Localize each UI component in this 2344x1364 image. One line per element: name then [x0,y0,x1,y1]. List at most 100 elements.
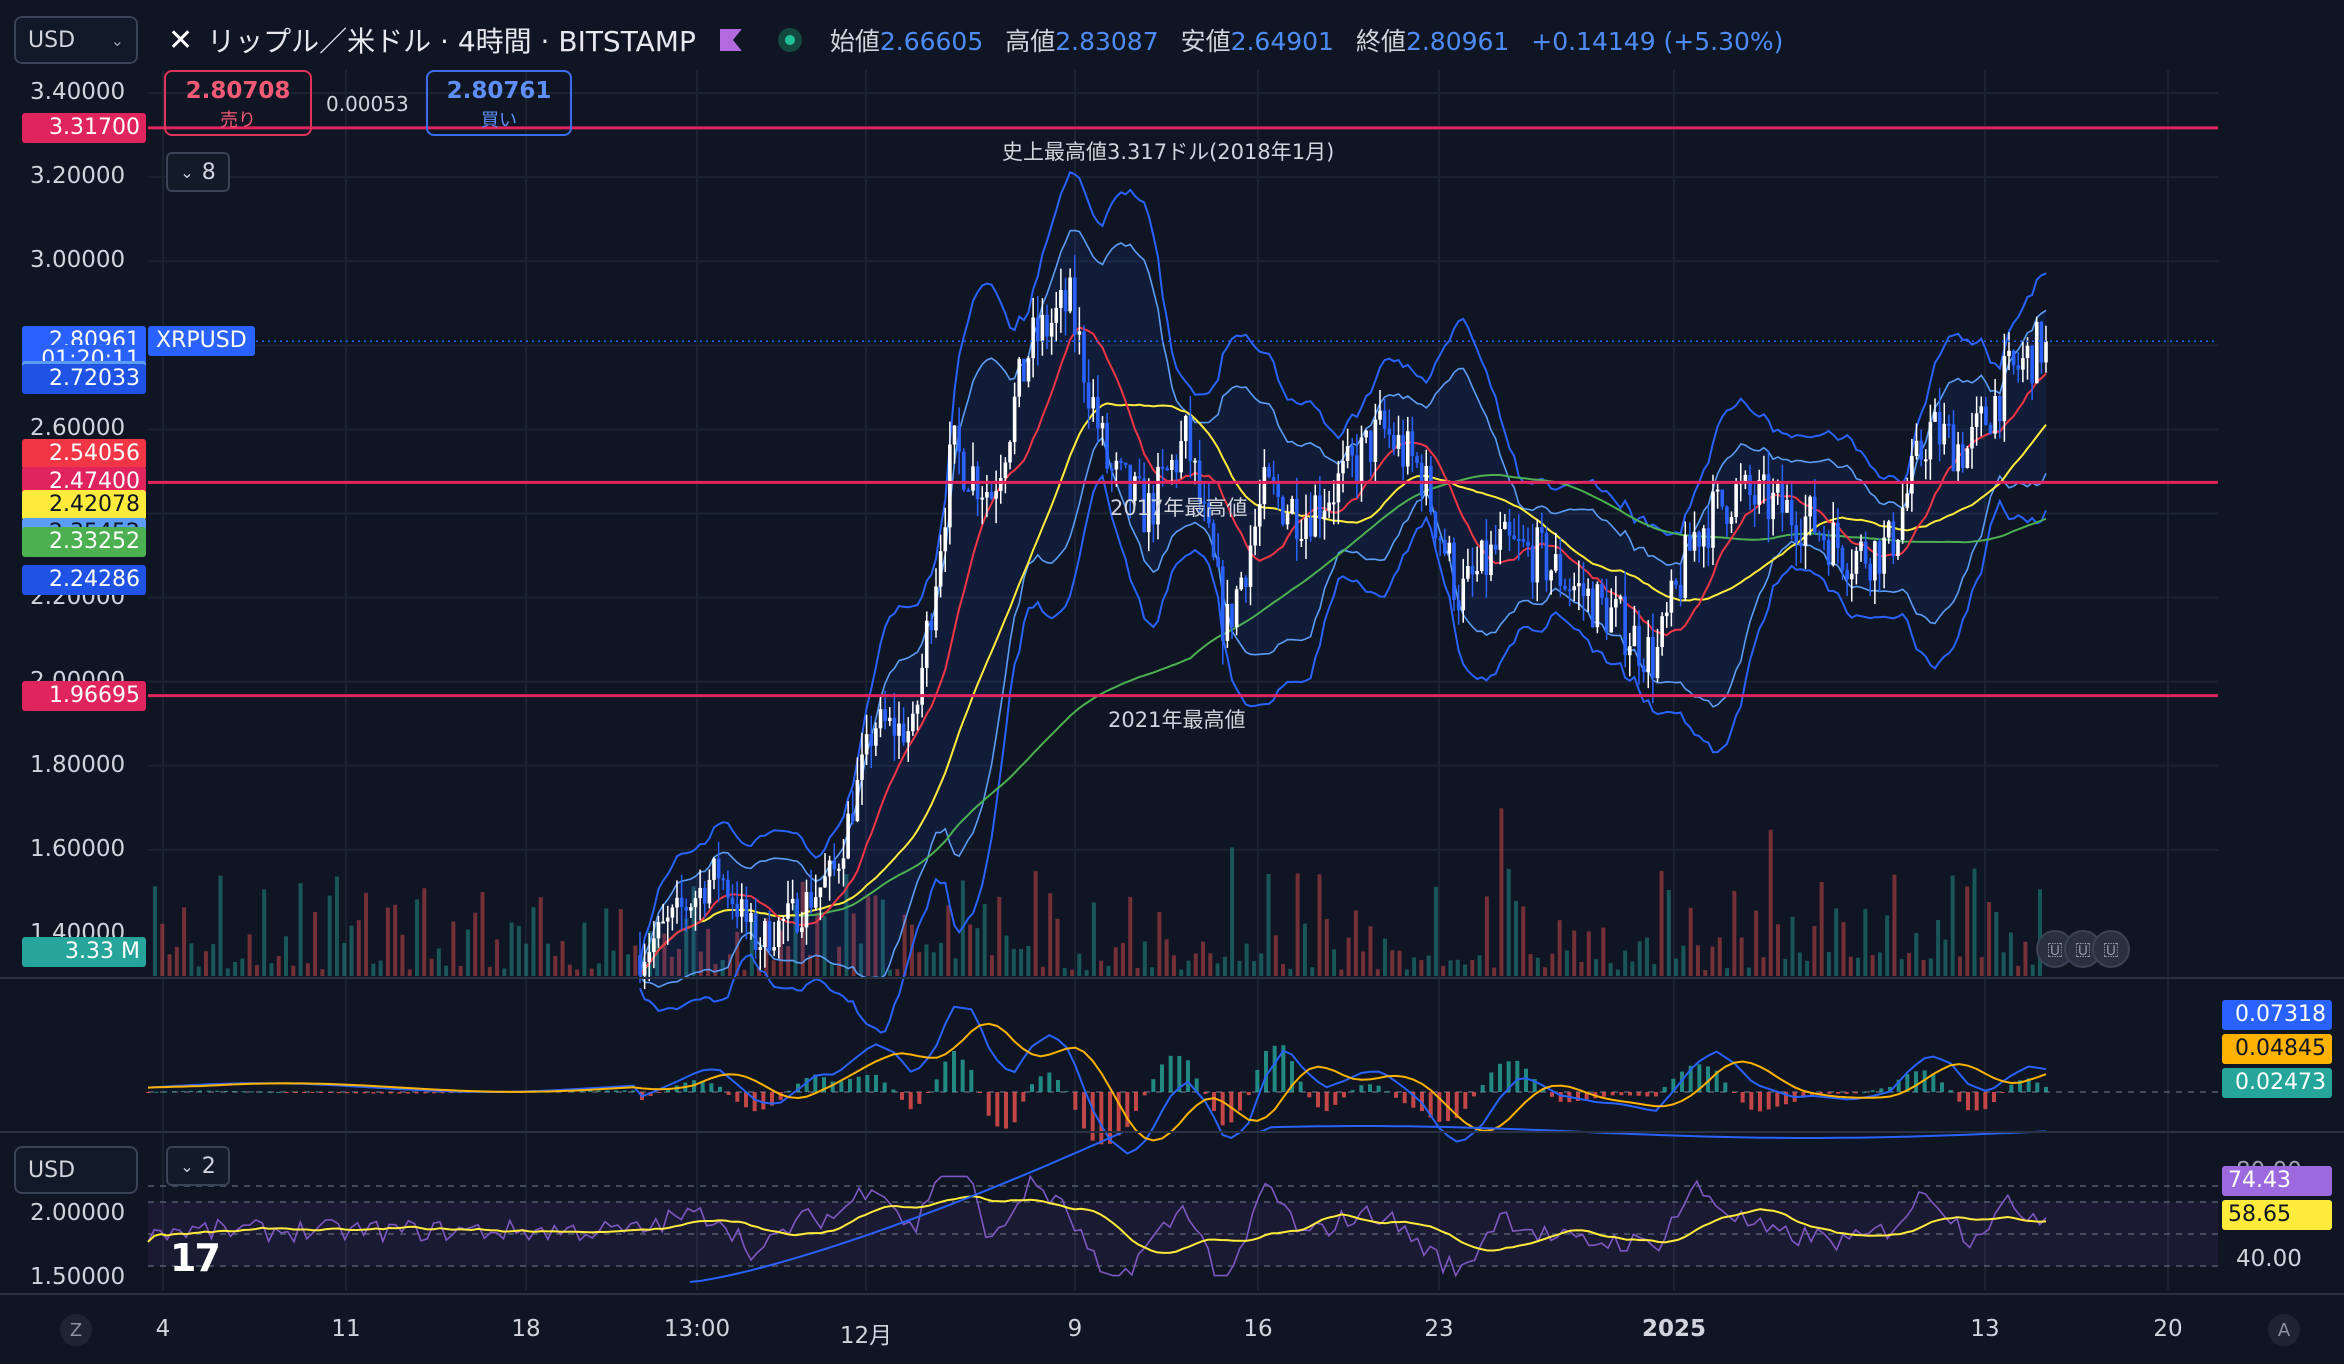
candle-body-188 [1507,521,1512,536]
volume-bar-105 [917,952,922,976]
candle-body-302 [2034,321,2039,384]
candle-body-241 [1752,495,1757,505]
volume-bar-221 [1761,957,1766,976]
volume-bar-249 [1965,886,1970,976]
volume-bar-81 [742,969,747,976]
price-label-4: 2.72033 [22,363,146,394]
volume-bar-38 [429,958,434,976]
volume-bar-236 [1870,955,1875,976]
tradingview-logo[interactable]: 17 [170,1236,221,1280]
macd-hist-68 [735,1092,740,1102]
macd-hist-65 [709,1083,714,1092]
candle-body-183 [1484,540,1489,576]
currency-selector[interactable]: USD ⌄ [14,16,138,64]
ath-annotation[interactable]: 史上最高値3.317ドル(2018年1月) [1002,136,1334,166]
candle-body-179 [1466,566,1470,579]
candle-body-63 [929,620,934,631]
candle-body-131 [1244,577,1248,587]
macd-hist-130 [1272,1045,1277,1092]
candle-body-264 [1859,541,1863,551]
candle-body-82 [1017,358,1022,397]
change-value: +0.14149 (+5.30%) [1531,27,1784,56]
candle-body-221 [1660,616,1664,648]
auto-scale-left-button[interactable]: Z [60,1314,92,1346]
candle-body-299 [2021,358,2025,370]
candle-body-0 [638,955,642,976]
macd-hist-186 [1758,1092,1762,1112]
macd-hist-17 [293,1092,298,1093]
candle-body-240 [1748,474,1752,496]
candle-body-6 [665,917,670,922]
high-2021-annotation[interactable]: 2021年最高値 [1108,704,1245,734]
candle-body-286 [1960,444,1965,468]
volume-bar-217 [1732,890,1737,976]
candle-body-47 [855,779,860,822]
candle-body-263 [1854,550,1859,574]
volume-bar-208 [1666,890,1671,976]
candle-body-287 [1965,448,1970,468]
volume-bar-182 [1477,955,1482,976]
volume-bar-178 [1448,960,1453,976]
buy-button[interactable]: 2.80761 買い [426,70,572,136]
symbol-tag[interactable]: XRPUSD [148,326,255,356]
volume-bar-183 [1484,896,1489,976]
candle-body-265 [1863,541,1868,564]
indicator-collapse-button[interactable]: ⌄ 8 [166,152,230,192]
candle-body-252 [1803,516,1808,547]
candle-body-46 [850,813,855,822]
candle-body-124 [1211,523,1216,558]
candle-body-80 [1008,442,1012,463]
candle-body-285 [1956,444,1960,472]
volume-bar-19 [291,965,296,976]
macd-hist-102 [1030,1084,1034,1092]
price-tick-9: 1.60000 [30,835,126,862]
volume-bar-155 [1281,964,1286,976]
candle-body-214 [1627,646,1632,656]
event-markers[interactable]: 🇺 🇺 🇺 [2036,930,2130,968]
volume-bar-207 [1659,870,1664,976]
macd-hist-187 [1766,1092,1771,1110]
macd-hist-18 [302,1092,306,1093]
symbol-title[interactable]: リップル／米ドル · 4時間 · BITSTAMP [207,20,696,60]
volume-bar-184 [1492,967,1497,976]
candle-body-217 [1641,665,1646,673]
candle-body-257 [1826,540,1831,566]
volume-bar-41 [451,921,456,976]
macd-hist-110 [1099,1092,1104,1145]
rsi-currency-selector[interactable]: USD [14,1146,138,1194]
market-status-icon[interactable] [777,28,802,52]
macd-hist-126 [1238,1092,1242,1111]
volume-bar-215 [1717,937,1722,976]
candle-body-61 [920,667,924,705]
candle-body-140 [1285,513,1290,525]
us-flag-icon[interactable]: 🇺 [2092,930,2130,968]
macd-hist-99 [1004,1092,1008,1129]
macd-signal-line [147,1022,2047,1142]
macd-hist-207 [1940,1082,1944,1092]
volume-bar-206 [1652,964,1657,976]
macd-hist-155 [1489,1072,1494,1092]
volume-bar-248 [1957,956,1962,976]
chart-canvas[interactable] [0,0,2344,1364]
volume-bar-9 [218,875,223,976]
auto-scale-right-button[interactable]: A [2268,1314,2300,1346]
candle-body-44 [841,858,846,869]
volume-bar-21 [305,963,310,976]
candle-body-255 [1817,532,1822,535]
candle-body-213 [1623,596,1627,656]
candle-body-151 [1336,473,1341,503]
rsi-collapse-button[interactable]: ⌄ 2 [166,1146,230,1186]
sell-button[interactable]: 2.80708 売り [164,70,312,136]
high-2017-annotation[interactable]: 2017年最高値 [1110,492,1247,522]
candle-body-294 [1997,396,2002,422]
volume-bar-15 [262,889,267,976]
volume-bar-239 [1892,874,1897,976]
volume-bar-149 [1237,960,1242,976]
flag-icon[interactable] [719,29,742,51]
candle-body-304 [2044,341,2048,363]
volume-bar-152 [1259,953,1264,976]
volume-bar-127 [1077,953,1082,976]
close-icon[interactable]: ✕ [168,23,193,58]
macd-hist-141 [1368,1084,1372,1092]
macd-hist-30 [406,1092,410,1094]
